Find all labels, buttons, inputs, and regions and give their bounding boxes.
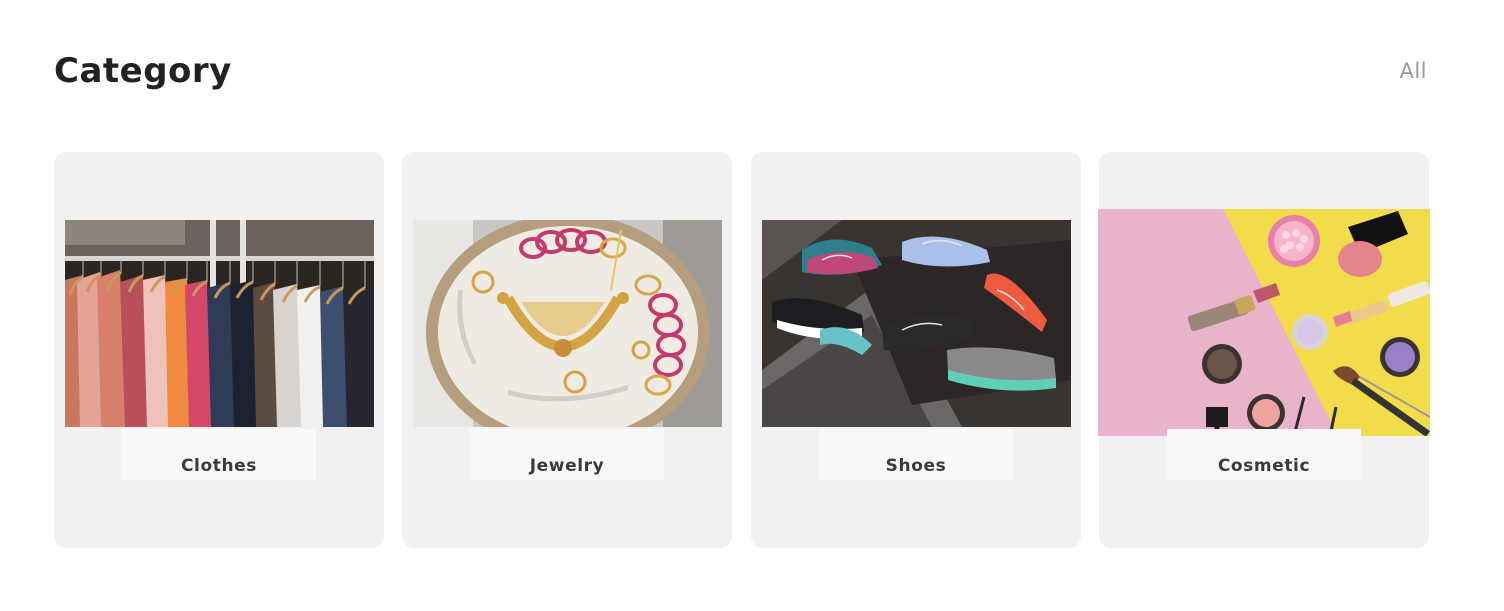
category-section-header: Category All xyxy=(54,48,1429,98)
sneakers-treadmill-photo xyxy=(762,220,1071,427)
category-label: Shoes xyxy=(819,429,1013,480)
section-title: Category xyxy=(54,51,232,91)
makeup-flatlay-photo xyxy=(1098,209,1430,436)
jewelry-tray-photo xyxy=(413,220,722,427)
category-card-cosmetic[interactable]: Cosmetic xyxy=(1098,152,1430,548)
category-card-shoes[interactable]: Shoes xyxy=(751,152,1081,548)
category-label: Clothes xyxy=(122,429,316,480)
category-label: Cosmetic xyxy=(1167,429,1361,480)
category-card-clothes[interactable]: Clothes xyxy=(54,152,384,548)
view-all-link[interactable]: All xyxy=(1399,58,1427,84)
category-label: Jewelry xyxy=(470,429,664,480)
clothes-rack-photo xyxy=(65,220,374,427)
category-card-grid: Clothes Jewelry Shoes Cosmetic xyxy=(54,152,1430,548)
category-card-jewelry[interactable]: Jewelry xyxy=(402,152,732,548)
